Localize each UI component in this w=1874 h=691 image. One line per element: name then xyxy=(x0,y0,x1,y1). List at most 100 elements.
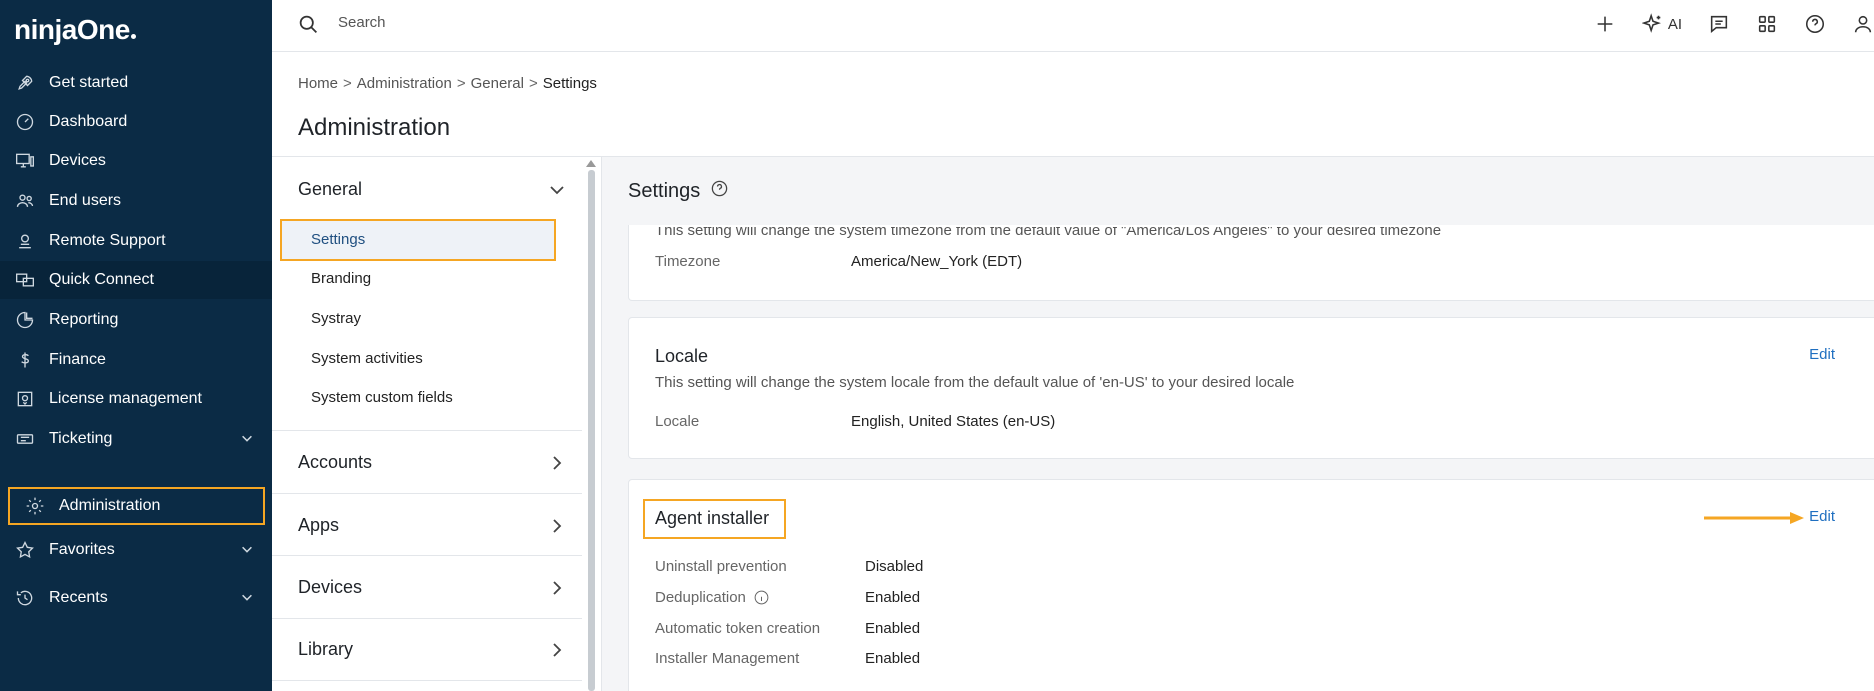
page-title: Administration xyxy=(298,114,451,141)
automatic-token-creation-value: Enabled xyxy=(865,620,921,637)
users-icon xyxy=(14,190,36,212)
help-icon[interactable] xyxy=(1804,13,1826,35)
search-icon[interactable] xyxy=(298,14,319,40)
pie-chart-icon xyxy=(14,309,36,331)
chevron-down-icon[interactable] xyxy=(240,431,254,450)
sidebar-item-end-users[interactable]: End users xyxy=(0,182,272,220)
agent-installer-edit-link[interactable]: Edit xyxy=(1809,508,1835,525)
history-icon xyxy=(14,587,36,609)
sidebar-item-quick-connect[interactable]: Quick Connect xyxy=(0,261,272,299)
divider xyxy=(272,618,582,619)
sidebar-item-label: Devices xyxy=(49,152,106,169)
locale-edit-link[interactable]: Edit xyxy=(1809,346,1835,363)
divider xyxy=(272,430,582,431)
breadcrumb: Home > Administration > General > Settings xyxy=(298,75,597,92)
screens-icon xyxy=(14,269,36,291)
installer-management-label: Installer Management xyxy=(655,650,800,667)
timezone-value: America/New_York (EDT) xyxy=(851,253,1023,270)
sidebar-item-finance[interactable]: Finance xyxy=(0,341,272,379)
sidebar-item-license-management[interactable]: License management xyxy=(0,380,272,418)
dollar-icon xyxy=(14,349,36,371)
topbar: AI xyxy=(272,0,1874,52)
subnav-group-apps[interactable]: Apps xyxy=(298,515,339,536)
chevron-down-icon[interactable] xyxy=(549,182,565,203)
sidebar-item-label: End users xyxy=(49,192,122,209)
subnav-group-devices[interactable]: Devices xyxy=(298,577,362,598)
rocket-icon xyxy=(14,72,36,94)
sidebar-item-label: Ticketing xyxy=(49,430,113,447)
chevron-down-icon[interactable] xyxy=(240,542,254,561)
sidebar-item-label: Dashboard xyxy=(49,113,128,130)
locale-label: Locale xyxy=(655,413,700,430)
user-profile-icon[interactable] xyxy=(1852,13,1874,35)
info-icon[interactable] xyxy=(753,589,770,606)
breadcrumb-administration[interactable]: Administration xyxy=(357,75,452,92)
monitor-icon xyxy=(14,150,36,172)
breadcrumb-general[interactable]: General xyxy=(471,75,524,92)
ticket-icon xyxy=(14,428,36,450)
help-icon[interactable] xyxy=(700,179,729,204)
chevron-down-icon[interactable] xyxy=(240,590,254,609)
subnav-item-system-activities[interactable]: System activities xyxy=(311,350,423,367)
subnav-item-branding[interactable]: Branding xyxy=(311,270,371,287)
uninstall-prevention-label: Uninstall prevention xyxy=(655,558,787,575)
sidebar-item-label: Get started xyxy=(49,74,129,91)
sidebar-item-label: License management xyxy=(49,390,202,407)
gauge-icon xyxy=(14,111,36,133)
ai-button[interactable]: AI xyxy=(1641,13,1682,35)
sidebar-item-get-started[interactable]: Get started xyxy=(0,64,272,102)
breadcrumb-current: Settings xyxy=(542,75,597,92)
sparkle-icon xyxy=(1641,13,1661,33)
deduplication-label-text: Deduplication xyxy=(655,589,746,606)
sidebar-item-label: Recents xyxy=(49,589,108,606)
divider xyxy=(272,555,582,556)
sidebar-item-label: Administration xyxy=(59,497,161,514)
sidebar-item-reporting[interactable]: Reporting xyxy=(0,301,272,339)
sidebar-item-favorites[interactable]: Favorites xyxy=(0,531,272,569)
chevron-right-icon[interactable] xyxy=(549,580,565,601)
timezone-description: This setting will change the system time… xyxy=(655,222,1442,239)
admin-subnav: General Settings Branding Systray System… xyxy=(272,156,602,691)
gear-icon xyxy=(24,495,46,517)
sidebar-item-administration[interactable]: Administration xyxy=(8,487,265,525)
sidebar-item-ticketing[interactable]: Ticketing xyxy=(0,420,272,458)
license-icon xyxy=(14,388,36,410)
chevron-right-icon[interactable] xyxy=(549,455,565,476)
ninjaone-logo[interactable]: ninjaOne xyxy=(14,14,136,46)
subnav-group-accounts[interactable]: Accounts xyxy=(298,452,372,473)
apps-grid-icon[interactable] xyxy=(1756,13,1778,35)
breadcrumb-home[interactable]: Home xyxy=(298,75,338,92)
divider xyxy=(272,493,582,494)
headset-icon xyxy=(14,230,36,252)
sidebar-item-dashboard[interactable]: Dashboard xyxy=(0,103,272,141)
timezone-label: Timezone xyxy=(655,253,721,270)
sidebar-item-devices[interactable]: Devices xyxy=(0,142,272,180)
agent-installer-title: Agent installer xyxy=(655,508,770,528)
settings-title-text: Settings xyxy=(628,180,701,202)
locale-card: Locale Edit This setting will change the… xyxy=(628,317,1874,459)
chevron-right-icon[interactable] xyxy=(549,518,565,539)
subnav-item-systray[interactable]: Systray xyxy=(311,310,361,327)
ai-label: AI xyxy=(1667,15,1682,33)
sidebar-item-label: Favorites xyxy=(49,541,115,558)
subnav-group-library[interactable]: Library xyxy=(298,639,353,660)
chat-icon[interactable] xyxy=(1708,13,1730,35)
sidebar-item-remote-support[interactable]: Remote Support xyxy=(0,222,272,260)
locale-title: Locale xyxy=(655,346,709,366)
divider xyxy=(272,680,582,681)
subnav-item-system-custom-fields[interactable]: System custom fields xyxy=(311,389,453,406)
subnav-scrollbar[interactable] xyxy=(588,170,595,691)
sidebar-item-recents[interactable]: Recents xyxy=(0,579,272,617)
sidebar-item-label: Reporting xyxy=(49,311,119,328)
search-input[interactable] xyxy=(338,14,738,31)
add-icon[interactable] xyxy=(1594,13,1616,35)
arrow-annotation xyxy=(1704,512,1804,524)
chevron-right-icon[interactable] xyxy=(549,642,565,663)
settings-title: Settings xyxy=(628,179,729,204)
subnav-item-settings[interactable]: Settings xyxy=(311,231,365,248)
subnav-group-general[interactable]: General xyxy=(298,179,362,200)
locale-value: English, United States (en-US) xyxy=(851,413,1056,430)
settings-panel: Settings This setting will change the sy… xyxy=(602,156,1874,691)
timezone-card: This setting will change the system time… xyxy=(628,225,1874,301)
scroll-up-arrow[interactable] xyxy=(586,160,596,167)
